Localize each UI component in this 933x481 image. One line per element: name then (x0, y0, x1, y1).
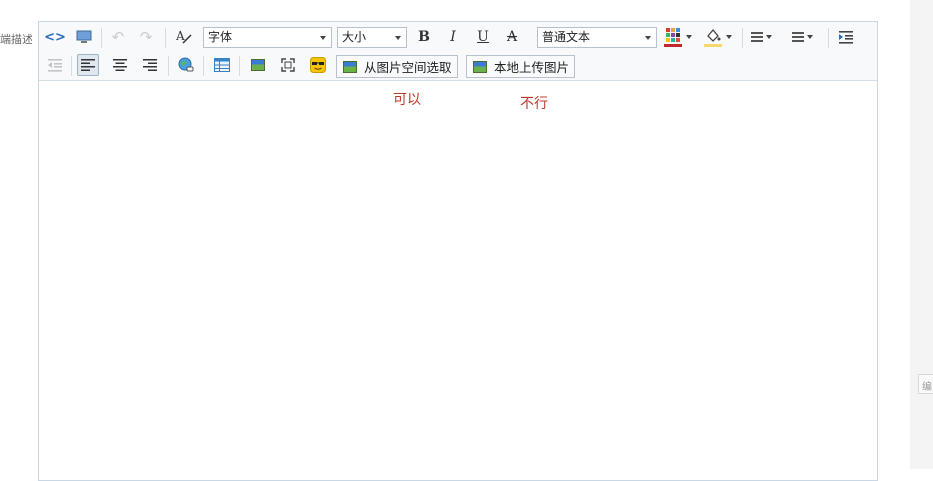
strikethrough-icon: A (506, 29, 518, 45)
chevron-down-icon (395, 36, 401, 40)
toolbar-separator (71, 56, 72, 76)
font-color-button[interactable] (663, 26, 692, 48)
fullscreen-button[interactable] (277, 54, 299, 76)
strikethrough-button[interactable]: A (501, 26, 523, 48)
toolbar-separator (101, 28, 102, 48)
align-left-button[interactable] (77, 54, 99, 76)
indent-button[interactable] (835, 26, 857, 48)
chevron-down-icon (686, 35, 692, 39)
undo-icon: ↶ (111, 28, 125, 46)
side-tab[interactable]: 编 (918, 374, 933, 394)
redo-button[interactable]: ↷ (135, 26, 157, 48)
image-icon (343, 60, 357, 73)
toolbar-separator (828, 28, 829, 48)
paint-bucket-icon (704, 28, 722, 47)
chevron-down-icon (726, 35, 732, 39)
align-left-icon (81, 59, 95, 71)
font-family-value: 字体 (208, 30, 233, 44)
toolbar-separator (203, 56, 204, 76)
font-size-select[interactable]: 大小 (337, 27, 407, 48)
source-code-button[interactable]: <> (44, 26, 66, 48)
italic-icon: I (450, 29, 456, 45)
undo-button[interactable]: ↶ (107, 26, 129, 48)
toolbar-separator (742, 28, 743, 48)
annotation-works: 可以 (393, 92, 421, 108)
numbered-list-button[interactable] (792, 26, 813, 48)
clear-format-icon: A (175, 29, 192, 44)
code-icon: <> (44, 29, 66, 45)
highlight-color-button[interactable] (703, 26, 732, 48)
toolbar-separator (165, 28, 166, 48)
insert-image-button[interactable] (247, 54, 269, 76)
numbered-list-icon (792, 32, 804, 42)
align-center-icon (113, 59, 127, 71)
clear-format-button[interactable]: A (173, 26, 195, 48)
chevron-down-icon (766, 35, 772, 39)
image-icon (473, 60, 487, 73)
color-grid-icon (664, 28, 682, 47)
indent-icon (839, 31, 853, 44)
rich-text-editor: <> ↶ ↷ A 字体 大小 B I U A 普通文本 从图片空间选取 本地上传… (38, 21, 878, 481)
image-icon (251, 59, 265, 71)
underline-icon: U (477, 29, 489, 45)
italic-button[interactable]: I (442, 26, 464, 48)
paragraph-format-value: 普通文本 (542, 30, 591, 44)
editor-content-area[interactable] (39, 82, 877, 480)
upload-local-image-label: 本地上传图片 (494, 60, 570, 75)
editor-toolbar: <> ↶ ↷ A 字体 大小 B I U A 普通文本 从图片空间选取 本地上传… (39, 22, 877, 81)
font-size-value: 大小 (342, 30, 367, 44)
align-right-icon (143, 59, 157, 71)
insert-from-image-space-button[interactable]: 从图片空间选取 (336, 55, 458, 78)
preview-button[interactable] (73, 26, 95, 48)
chevron-down-icon (645, 36, 651, 40)
table-icon (214, 58, 230, 72)
underline-button[interactable]: U (472, 26, 494, 48)
right-panel-strip (910, 0, 933, 469)
bold-icon: B (418, 29, 430, 45)
fullscreen-icon (281, 58, 295, 72)
bullet-list-icon (751, 32, 763, 42)
monitor-icon (76, 30, 92, 43)
toolbar-separator (168, 56, 169, 76)
insert-link-button[interactable] (175, 54, 197, 76)
svg-text:A: A (175, 29, 185, 43)
font-family-select[interactable]: 字体 (203, 27, 332, 48)
align-center-button[interactable] (109, 54, 131, 76)
paragraph-format-select[interactable]: 普通文本 (537, 27, 657, 48)
outdent-icon (48, 59, 62, 72)
bold-button[interactable]: B (413, 26, 435, 48)
insert-from-image-space-label: 从图片空间选取 (364, 60, 452, 75)
insert-table-button[interactable] (211, 54, 233, 76)
bullet-list-button[interactable] (751, 26, 772, 48)
field-label: 端描述 (0, 33, 32, 46)
annotation-not-works: 不行 (520, 96, 548, 112)
align-right-button[interactable] (139, 54, 161, 76)
emoticon-button[interactable] (307, 54, 329, 76)
smiley-sunglasses-icon (310, 57, 326, 73)
outdent-button[interactable] (44, 54, 66, 76)
chevron-down-icon (807, 35, 813, 39)
chevron-down-icon (320, 36, 326, 40)
upload-local-image-button[interactable]: 本地上传图片 (466, 55, 576, 78)
redo-icon: ↷ (139, 28, 153, 46)
globe-link-icon (178, 57, 194, 72)
toolbar-separator (239, 56, 240, 76)
